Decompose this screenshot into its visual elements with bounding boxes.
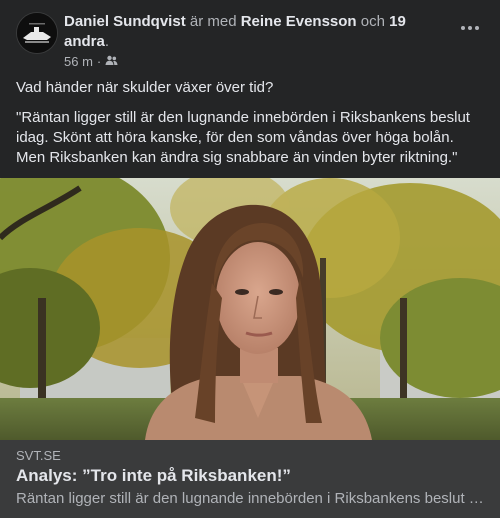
and-text: och (360, 13, 385, 30)
more-horizontal-icon (461, 26, 465, 30)
link-source: SVT.SE (16, 448, 61, 463)
tagged-person[interactable]: Reine Evensson (241, 13, 357, 30)
feed-post: Daniel Sundqvist är med Reine Evensson o… (0, 0, 500, 518)
post-body: Vad händer när skulder växer över tid? "… (16, 78, 484, 178)
meta-separator: · (96, 54, 102, 69)
link-description: Räntan ligger still är den lugnande inne… (16, 490, 484, 507)
post-header: Daniel Sundqvist är med Reine Evensson o… (16, 12, 484, 72)
author-name[interactable]: Daniel Sundqvist (64, 13, 186, 30)
post-question: Vad händer när skulder växer över tid? (16, 79, 274, 96)
link-preview-image[interactable] (0, 178, 500, 440)
post-quote: "Räntan ligger still är den lugnande inn… (16, 109, 470, 166)
link-title[interactable]: Analys: ”Tro inte på Riksbanken!” (16, 466, 291, 486)
more-options-button[interactable] (456, 18, 484, 38)
post-meta: 56 m · (64, 54, 118, 69)
friends-icon[interactable] (105, 54, 118, 69)
link-preview[interactable]: SVT.SE Analys: ”Tro inte på Riksbanken!”… (0, 440, 500, 518)
author-avatar[interactable] (16, 12, 58, 54)
post-time[interactable]: 56 m (64, 54, 93, 69)
period: . (104, 33, 110, 50)
author-line: Daniel Sundqvist är med Reine Evensson o… (64, 12, 444, 52)
with-text: är med (189, 13, 237, 30)
